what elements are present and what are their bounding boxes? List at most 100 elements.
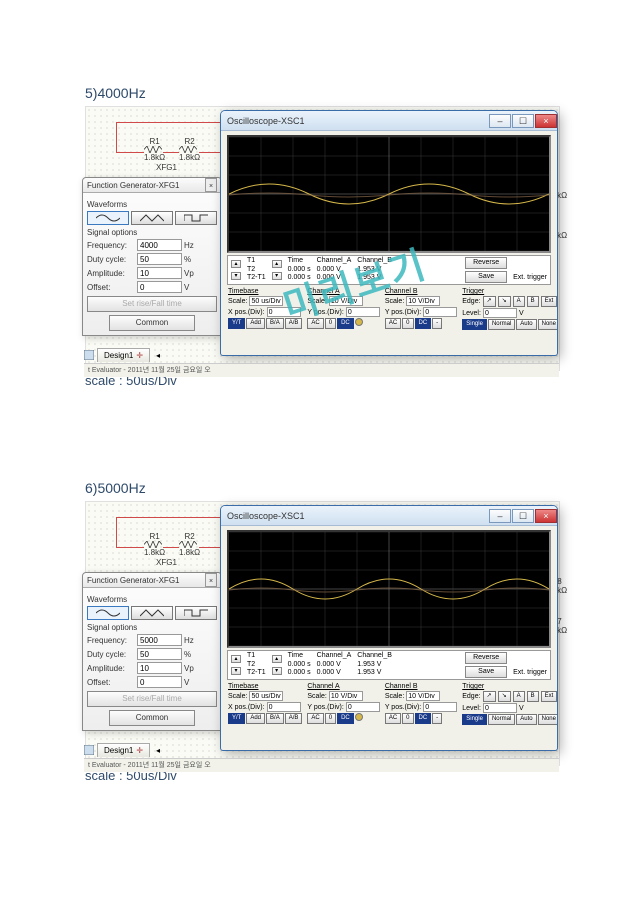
design-icon	[84, 350, 94, 360]
amp-input[interactable]	[137, 662, 182, 674]
cursor-up[interactable]: ▴	[272, 260, 282, 268]
cha-ypos[interactable]	[346, 702, 380, 712]
cursor-up[interactable]: ▴	[231, 655, 241, 663]
duty-input[interactable]	[137, 648, 182, 660]
osc-display[interactable]	[227, 530, 551, 648]
cha-0[interactable]: 0	[325, 318, 336, 329]
amp-label: Amplitude:	[87, 269, 135, 278]
timebase-group: Timebase Scale: X pos.(Div): Y/T Add B/A…	[227, 287, 303, 331]
fg-title: Function Generator-XFG1	[87, 178, 179, 192]
cursor-up[interactable]: ▴	[272, 655, 282, 663]
cursor-down[interactable]: ▾	[272, 272, 282, 280]
off-unit: V	[184, 283, 204, 292]
common-button[interactable]: Common	[109, 710, 195, 726]
edge-fall[interactable]: ↘	[498, 296, 511, 307]
chb-ypos[interactable]	[423, 307, 457, 317]
ba-button[interactable]: B/A	[266, 318, 284, 329]
trigger-level[interactable]	[483, 703, 517, 713]
timebase-xpos[interactable]	[267, 307, 301, 317]
common-button[interactable]: Common	[109, 315, 195, 331]
chb-ac[interactable]: AC	[385, 318, 401, 329]
timebase-xpos[interactable]	[267, 702, 301, 712]
design-tab[interactable]: Design1✛	[97, 348, 150, 362]
reverse-button[interactable]: Reverse	[465, 652, 507, 664]
osc-readout: ▴▾ T1T2T2-T1 ▴▾ Time0.000 s0.000 s Chann…	[227, 255, 551, 285]
cursor-down[interactable]: ▾	[231, 667, 241, 675]
waveform-triangle-button[interactable]	[131, 211, 173, 225]
oscilloscope-window: Oscilloscope-XSC1 – ☐ ×	[220, 505, 558, 751]
cha-ac[interactable]: AC	[307, 318, 323, 329]
off-input[interactable]	[137, 281, 182, 293]
fg-close-button[interactable]: ×	[205, 178, 217, 192]
cha-dc[interactable]: DC	[337, 318, 354, 329]
save-button[interactable]: Save	[465, 271, 507, 283]
trig-auto[interactable]: Auto	[516, 319, 536, 330]
chb-0[interactable]: 0	[402, 318, 413, 329]
edge-b[interactable]: B	[527, 296, 539, 307]
edge-ext[interactable]: Ext	[541, 296, 558, 307]
chb-inv[interactable]: -	[432, 318, 442, 329]
chb-ypos[interactable]	[423, 702, 457, 712]
edge-rise[interactable]: ↗	[483, 296, 496, 307]
channel-b-group: Channel B Scale: Y pos.(Div): AC 0 DC -	[384, 287, 458, 331]
cha-scale[interactable]	[329, 296, 363, 306]
fg-close-button[interactable]: ×	[205, 573, 217, 587]
timebase-scale[interactable]	[249, 691, 283, 701]
cha-color-icon	[355, 318, 363, 326]
waveform-sine-button[interactable]	[87, 211, 129, 225]
yt-button[interactable]: Y/T	[228, 318, 245, 329]
rise-fall-button[interactable]: Set rise/Fall time	[87, 296, 217, 312]
r1-label: R1	[144, 137, 165, 146]
trig-none[interactable]: None	[538, 319, 558, 330]
amp-input[interactable]	[137, 267, 182, 279]
timebase-scale[interactable]	[249, 296, 283, 306]
design-tab[interactable]: Design1✛	[97, 743, 150, 757]
rise-fall-button[interactable]: Set rise/Fall time	[87, 691, 217, 707]
trigger-group: Trigger Edge: ↗ ↘ A B Ext Level:V Single…	[461, 287, 558, 331]
channel-a-group: Channel A Scale: Y pos.(Div): AC 0 DC	[306, 287, 380, 331]
trig-single[interactable]: Single	[462, 319, 487, 330]
save-button[interactable]: Save	[465, 666, 507, 678]
ab-button[interactable]: A/B	[285, 318, 303, 329]
reverse-button[interactable]: Reverse	[465, 257, 507, 269]
ext-trigger-label: Ext. trigger	[513, 274, 547, 282]
osc-min-button[interactable]: –	[489, 509, 511, 523]
waveform-sine-button[interactable]	[87, 606, 129, 620]
section-5000hz: 6)5000Hz R1 1.8kΩ R2 1.8kΩ R82.2kΩ R71.8…	[85, 480, 565, 783]
osc-close-button[interactable]: ×	[535, 509, 557, 523]
osc-max-button[interactable]: ☐	[512, 509, 534, 523]
chb-scale[interactable]	[406, 296, 440, 306]
freq-input[interactable]	[137, 634, 182, 646]
duty-input[interactable]	[137, 253, 182, 265]
freq-input[interactable]	[137, 239, 182, 251]
add-button[interactable]: Add	[246, 318, 265, 329]
cursor-up[interactable]: ▴	[231, 260, 241, 268]
edge-a[interactable]: A	[513, 296, 525, 307]
duty-unit: %	[184, 255, 204, 264]
osc-display[interactable]	[227, 135, 551, 253]
off-input[interactable]	[137, 676, 182, 688]
tab-nav-left[interactable]: ◂	[153, 746, 163, 755]
osc-close-button[interactable]: ×	[535, 114, 557, 128]
tab-nav-left[interactable]: ◂	[153, 351, 163, 360]
waveform-triangle-button[interactable]	[131, 606, 173, 620]
cursor-down[interactable]: ▾	[231, 272, 241, 280]
osc-title: Oscilloscope-XSC1	[227, 116, 305, 126]
chb-scale[interactable]	[406, 691, 440, 701]
cursor-down[interactable]: ▾	[272, 667, 282, 675]
signal-options-label: Signal options	[87, 228, 217, 237]
cha-ypos[interactable]	[346, 307, 380, 317]
chb-dc[interactable]: DC	[415, 318, 432, 329]
function-generator-panel: Function Generator-XFG1 × Waveforms Sign…	[82, 177, 222, 336]
cha-scale[interactable]	[329, 691, 363, 701]
waveform-square-button[interactable]	[175, 606, 217, 620]
osc-min-button[interactable]: –	[489, 114, 511, 128]
circuit-canvas-1: R1 1.8kΩ R2 1.8kΩ R82.2kΩ R71.8kΩ XFG1 F…	[85, 106, 560, 371]
r2-label: R2	[179, 137, 200, 146]
waveform-square-button[interactable]	[175, 211, 217, 225]
trigger-level[interactable]	[483, 308, 517, 318]
yt-button[interactable]: Y/T	[228, 713, 245, 724]
trig-normal[interactable]: Normal	[488, 319, 515, 330]
osc-max-button[interactable]: ☐	[512, 114, 534, 128]
duty-label: Duty cycle:	[87, 255, 135, 264]
